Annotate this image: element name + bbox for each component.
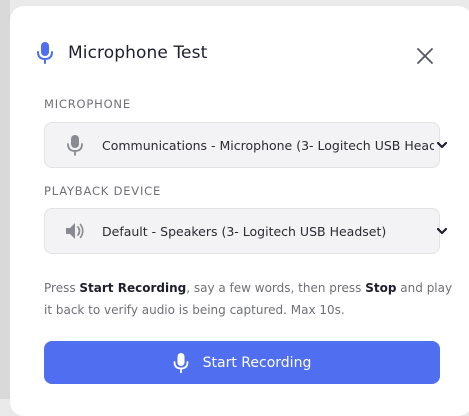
- close-icon[interactable]: [414, 45, 436, 67]
- chevron-down-icon: [436, 227, 448, 235]
- start-recording-button[interactable]: Start Recording: [44, 341, 440, 384]
- microphone-icon: [37, 42, 53, 64]
- start-recording-emphasis: Start Recording: [79, 281, 187, 295]
- microphone-icon: [67, 135, 83, 156]
- background-strip: [0, 0, 10, 399]
- playback-device-select[interactable]: Default - Speakers (3- Logitech USB Head…: [44, 208, 448, 254]
- stop-emphasis: Stop: [365, 281, 397, 295]
- playback-device-label: PLAYBACK DEVICE: [44, 184, 162, 198]
- help-text: Press Start Recording, say a few words, …: [44, 281, 453, 317]
- speaker-icon: [66, 223, 84, 239]
- microphone-icon: [173, 352, 189, 373]
- playback-device-select-value: Default - Speakers (3- Logitech USB Head…: [102, 223, 387, 239]
- microphone-select-value: Communications - Microphone (3- Logitech…: [102, 137, 434, 153]
- start-recording-label: Start Recording: [202, 354, 312, 371]
- dialog-title: Microphone Test: [68, 43, 208, 63]
- chevron-down-icon: [436, 141, 448, 149]
- dialog-header: Microphone Test: [36, 42, 207, 64]
- microphone-select[interactable]: Communications - Microphone (3- Logitech…: [44, 122, 448, 168]
- microphone-label: MICROPHONE: [44, 97, 131, 111]
